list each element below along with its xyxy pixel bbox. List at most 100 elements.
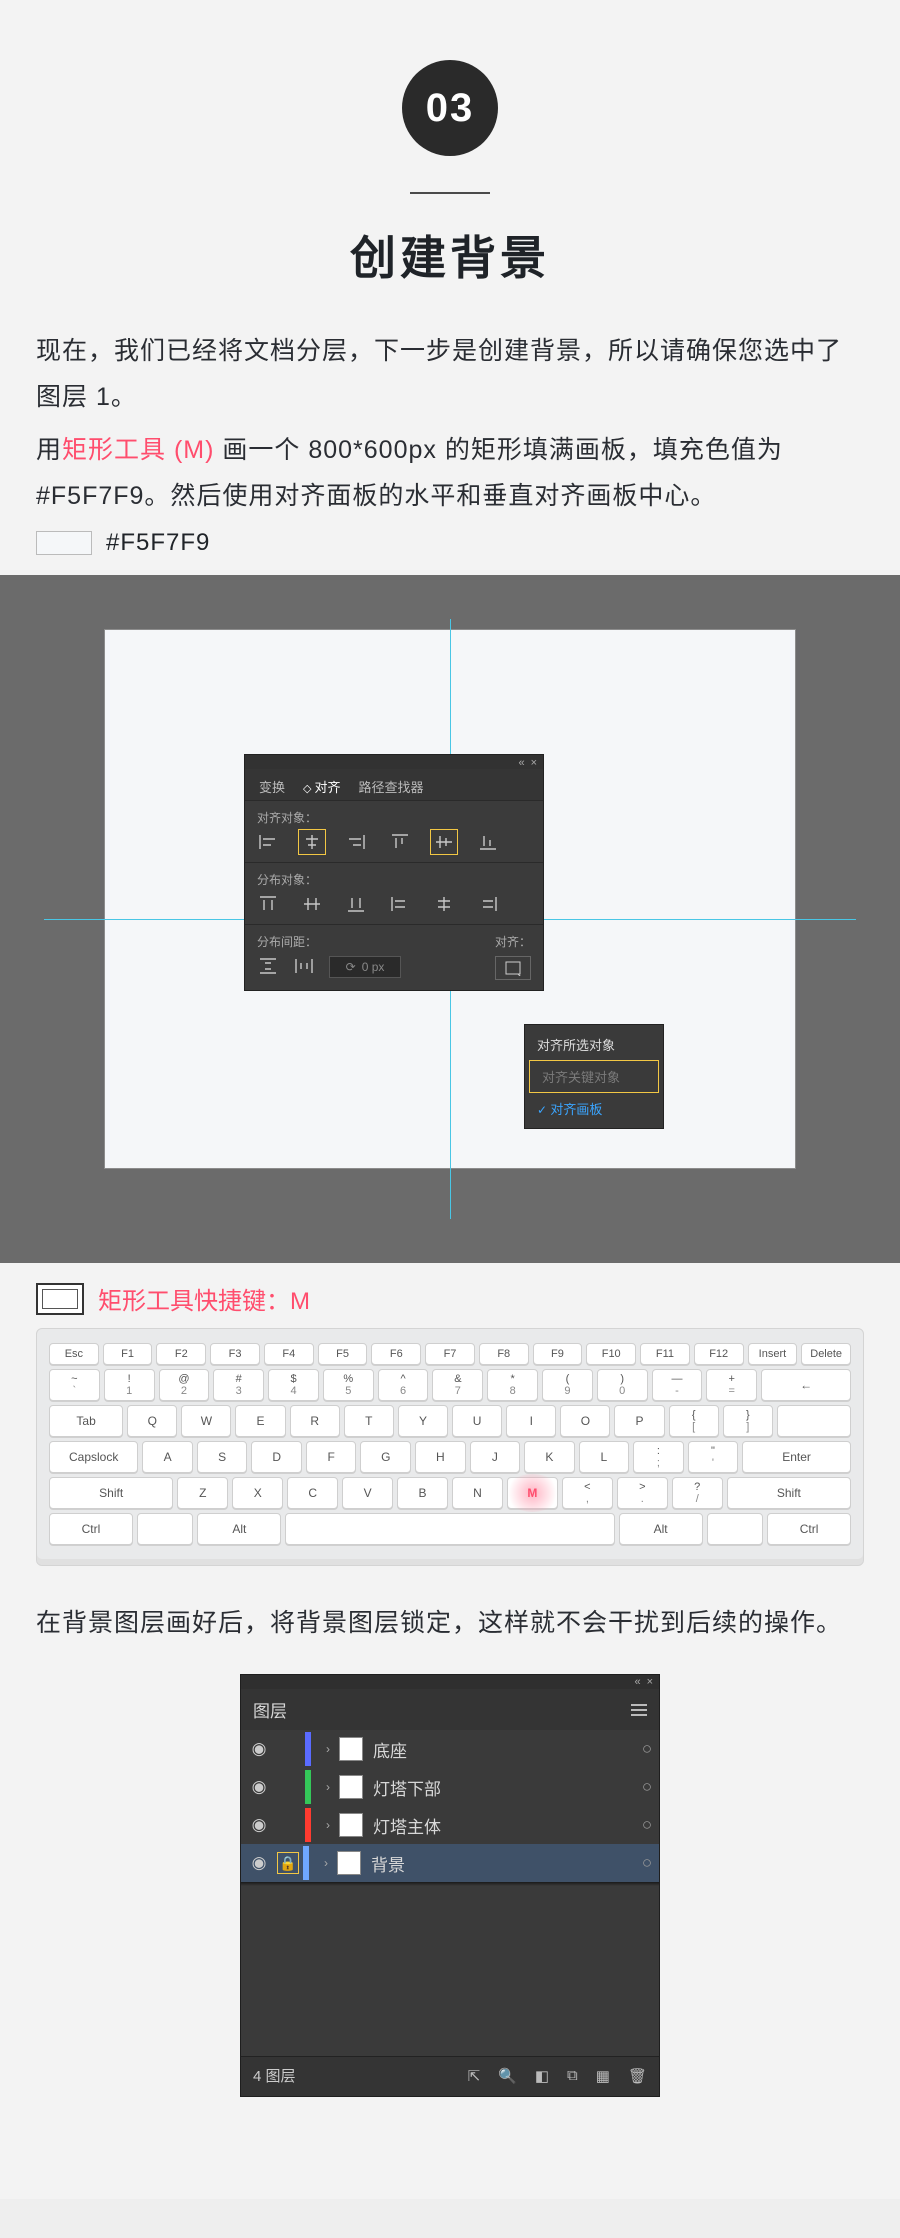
align-to-button[interactable] <box>495 956 531 980</box>
dist-right-icon[interactable] <box>477 894 499 914</box>
align-left-icon[interactable] <box>257 832 279 852</box>
layers-tab[interactable]: 图层 <box>253 1697 287 1722</box>
align-panel[interactable]: «× 变换 对齐 路径查找器 对齐对象： <box>244 754 544 991</box>
divider <box>410 192 490 194</box>
target-icon[interactable]: ○ <box>635 1777 659 1797</box>
layer-row[interactable]: ◉ › 灯塔主体 ○ <box>241 1806 659 1844</box>
panel-menu-icon[interactable] <box>631 1704 647 1716</box>
key-esc: Esc <box>49 1343 99 1365</box>
dist-space-v-icon[interactable] <box>257 956 279 976</box>
layer-row[interactable]: ◉ › 底座 ○ <box>241 1730 659 1768</box>
key-fn: F4 <box>264 1343 314 1365</box>
key: I <box>506 1405 556 1437</box>
key-shift: Shift <box>727 1477 851 1509</box>
key: C <box>287 1477 338 1509</box>
key: X <box>232 1477 283 1509</box>
key: U <box>452 1405 502 1437</box>
visibility-icon[interactable]: ◉ <box>241 1815 277 1835</box>
panel-tabs: 变换 对齐 路径查找器 <box>245 769 543 800</box>
visibility-icon[interactable]: ◉ <box>241 1853 277 1873</box>
lock-icon[interactable]: 🔒 <box>277 1852 299 1874</box>
target-icon[interactable]: ○ <box>635 1815 659 1835</box>
expand-icon[interactable]: › <box>317 1742 339 1756</box>
tab-pathfinder[interactable]: 路径查找器 <box>355 775 428 798</box>
panel-window-controls[interactable]: «× <box>241 1675 659 1689</box>
key-fn: Delete <box>801 1343 851 1365</box>
dist-space-h-icon[interactable] <box>293 956 315 976</box>
key: —- <box>652 1369 703 1401</box>
key: J <box>470 1441 521 1473</box>
layer-row[interactable]: ◉ › 灯塔下部 ○ <box>241 1768 659 1806</box>
expand-icon[interactable]: › <box>315 1856 337 1870</box>
group-align-objects: 对齐对象： <box>257 809 531 826</box>
layers-panel[interactable]: «× 图层 ◉ › 底座 ○ ◉ › 灯塔下部 ○ ◉ › 灯塔主体 ○ ◉ 🔒… <box>240 1674 660 2097</box>
dist-top-icon[interactable] <box>257 894 279 914</box>
clip-mask-icon[interactable]: ◧ <box>535 2067 549 2085</box>
dist-hcenter-icon[interactable] <box>433 894 455 914</box>
menu-align-artboard[interactable]: 对齐画板 <box>525 1093 663 1124</box>
rectangle-tool-icon <box>36 1283 84 1315</box>
key-tab: Tab <box>49 1405 123 1437</box>
new-sublayer-icon[interactable]: ⧉ <box>567 2067 578 2085</box>
expand-icon[interactable]: › <box>317 1818 339 1832</box>
locate-icon[interactable]: ⇱ <box>468 2067 481 2085</box>
key: P <box>614 1405 664 1437</box>
key-capslock: Capslock <box>49 1441 138 1473</box>
new-layer-icon[interactable]: ▦ <box>596 2067 610 2085</box>
dist-left-icon[interactable] <box>389 894 411 914</box>
layer-thumb <box>337 1851 361 1875</box>
key-fn: F8 <box>479 1343 529 1365</box>
layer-row[interactable]: ◉ 🔒 › 背景 ○ <box>241 1844 659 1882</box>
align-hcenter-icon[interactable] <box>301 832 323 852</box>
key-ctrl: Ctrl <box>767 1513 851 1545</box>
swatch-code: #F5F7F9 <box>106 529 210 557</box>
dist-bottom-icon[interactable] <box>345 894 367 914</box>
expand-icon[interactable]: › <box>317 1780 339 1794</box>
align-top-icon[interactable] <box>389 832 411 852</box>
key: $4 <box>268 1369 319 1401</box>
tool-name: 矩形工具 (M) <box>62 436 222 464</box>
key-space <box>285 1513 614 1545</box>
key-m: M <box>507 1477 558 1509</box>
align-to-menu: 对齐所选对象 对齐关键对象 对齐画板 <box>524 1024 664 1129</box>
panel-window-controls[interactable]: «× <box>245 755 543 769</box>
spacing-input[interactable]: ⟳0 px <box>329 956 401 978</box>
align-vcenter-icon[interactable] <box>433 832 455 852</box>
key-backspace: ← <box>761 1369 851 1401</box>
search-icon[interactable]: 🔍 <box>498 2067 517 2085</box>
align-right-icon[interactable] <box>345 832 367 852</box>
menu-align-selection[interactable]: 对齐所选对象 <box>525 1029 663 1060</box>
section-title: 创建背景 <box>0 222 900 288</box>
target-icon[interactable]: ○ <box>635 1853 659 1873</box>
group-distribute-spacing: 分布间距： <box>257 933 401 950</box>
key: !1 <box>104 1369 155 1401</box>
color-swatch <box>36 531 92 555</box>
tab-transform[interactable]: 变换 <box>255 775 289 798</box>
key: Y <box>398 1405 448 1437</box>
dist-vcenter-icon[interactable] <box>301 894 323 914</box>
key: ~` <box>49 1369 100 1401</box>
target-icon[interactable]: ○ <box>635 1739 659 1759</box>
key-fn: Insert <box>748 1343 798 1365</box>
group-distribute-objects: 分布对象： <box>257 871 531 888</box>
key <box>777 1405 851 1437</box>
key: }] <box>723 1405 773 1437</box>
layer-color <box>305 1770 311 1804</box>
key-fn: F3 <box>210 1343 260 1365</box>
align-bottom-icon[interactable] <box>477 832 499 852</box>
key: R <box>290 1405 340 1437</box>
visibility-icon[interactable]: ◉ <box>241 1739 277 1759</box>
layer-color <box>305 1732 311 1766</box>
trash-icon[interactable]: 🗑 <box>628 2067 647 2085</box>
key-fn: F12 <box>694 1343 744 1365</box>
tab-align[interactable]: 对齐 <box>299 775 345 798</box>
visibility-icon[interactable]: ◉ <box>241 1777 277 1797</box>
key: D <box>251 1441 302 1473</box>
key-enter: Enter <box>742 1441 851 1473</box>
key <box>707 1513 764 1545</box>
layer-name: 底座 <box>373 1737 635 1762</box>
key-alt: Alt <box>197 1513 281 1545</box>
intro-paragraph-1: 现在，我们已经将文档分层，下一步是创建背景，所以请确保您选中了图层 1。 <box>36 328 864 421</box>
key-fn: F10 <box>586 1343 636 1365</box>
key: Z <box>177 1477 228 1509</box>
